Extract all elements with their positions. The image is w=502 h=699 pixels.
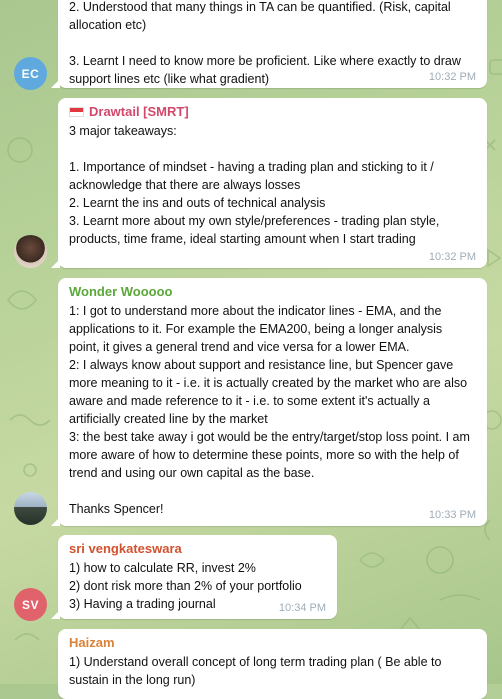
avatar-wonder[interactable] <box>14 492 47 525</box>
avatar-ec[interactable]: EC <box>14 57 47 90</box>
sender-name[interactable]: Haizam <box>69 635 476 650</box>
message-bubble-sri[interactable]: sri vengkateswara 1) how to calculate RR… <box>51 535 337 619</box>
message-text: 3 major takeaways: 1. Importance of mind… <box>69 124 440 246</box>
message-timestamp: 10:32 PM <box>428 71 476 83</box>
message-bubble-wonder[interactable]: Wonder Wooooo 1: I got to understand mor… <box>51 278 487 526</box>
sender-name[interactable]: Drawtail [SMRT] <box>69 104 476 119</box>
message-bubble-ec[interactable]: 2. Understood that many things in TA can… <box>51 0 487 88</box>
avatar-drawtail[interactable] <box>14 235 47 268</box>
sender-name[interactable]: sri vengkateswara <box>69 541 326 556</box>
sender-name[interactable]: Wonder Wooooo <box>69 284 476 299</box>
message-text: 1: I got to understand more about the in… <box>69 304 470 516</box>
singapore-flag-icon <box>69 107 84 117</box>
message-bubble-haizam[interactable]: Haizam 1) Understand overall concept of … <box>58 629 487 699</box>
message-timestamp: 10:32 PM <box>428 251 476 263</box>
message-bubble-drawtail[interactable]: Drawtail [SMRT] 3 major takeaways: 1. Im… <box>51 98 487 268</box>
message-text: 2. Understood that many things in TA can… <box>69 0 461 86</box>
message-timestamp: 10:34 PM <box>278 602 326 614</box>
avatar-sv[interactable]: SV <box>14 588 47 621</box>
message-timestamp: 10:33 PM <box>428 509 476 521</box>
